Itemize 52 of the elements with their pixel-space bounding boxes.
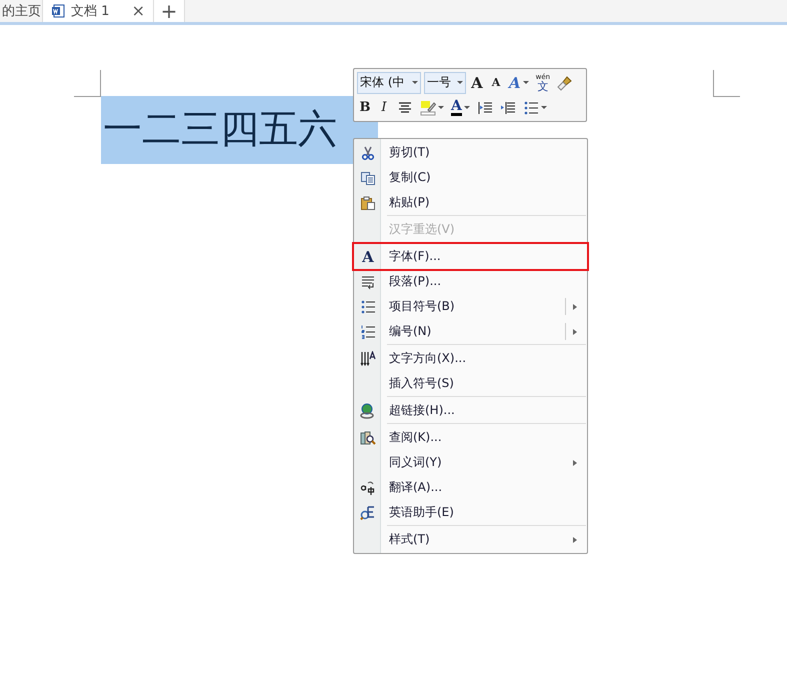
tab[interactable]: 文档 1 × <box>43 0 154 22</box>
menu-item[interactable]: 超链接(H)... <box>355 398 586 423</box>
decrease-indent-icon <box>476 100 493 116</box>
align-center-icon <box>397 100 413 116</box>
submenu-arrow-icon <box>573 304 577 310</box>
menu-item[interactable]: 查阅(K)... <box>355 425 586 450</box>
submenu-arrow-icon <box>573 328 577 334</box>
clipboard-icon <box>360 194 376 210</box>
brush-icon <box>557 74 574 90</box>
menu-item[interactable]: 同义词(Y) <box>355 450 586 475</box>
bullet-list-icon <box>360 298 376 314</box>
font-color-button[interactable]: A <box>449 98 472 118</box>
font-name-field[interactable]: 宋体 (中 <box>357 72 421 94</box>
highlighter-icon <box>420 100 436 116</box>
globe-link-icon <box>360 402 376 418</box>
numbered-list-icon <box>360 324 376 340</box>
copy-icon <box>360 170 376 186</box>
menu-item[interactable]: 粘贴(P) <box>355 190 586 215</box>
new-tab-button[interactable]: + <box>154 0 185 22</box>
menu-item[interactable]: 编号(N) <box>355 319 586 344</box>
menu-item[interactable]: 段落(P)... <box>355 269 586 294</box>
text-effects-button[interactable]: A <box>507 72 531 92</box>
text-direction-icon <box>360 350 376 366</box>
menu-item[interactable]: 复制(C) <box>355 165 586 190</box>
menu-item[interactable]: 翻译(A)... <box>355 475 586 500</box>
dictionary-helper-icon <box>360 504 376 520</box>
italic-button[interactable]: I <box>376 98 392 118</box>
close-tab-button[interactable]: × <box>132 3 145 19</box>
paragraph-icon <box>360 274 376 290</box>
document-icon <box>51 4 65 18</box>
bullet-list-icon <box>522 100 539 116</box>
submenu-arrow-icon <box>573 536 577 542</box>
font-icon: A <box>362 248 374 266</box>
bold-button[interactable]: B <box>357 98 373 118</box>
research-icon <box>360 430 376 446</box>
font-size-field[interactable]: 一号 <box>424 72 466 94</box>
scissors-icon <box>360 144 376 160</box>
submenu-arrow-icon <box>573 460 577 466</box>
menu-item[interactable]: 文字方向(X)... <box>355 346 586 371</box>
margin-corner-mark <box>74 70 101 97</box>
grow-font-button[interactable]: A <box>469 72 485 92</box>
translate-icon <box>360 480 376 496</box>
menu-item[interactable]: 英语助手(E) <box>355 500 586 525</box>
menu-item[interactable]: 插入符号(S) <box>355 371 586 396</box>
menu-item[interactable]: 样式(T) <box>355 527 586 552</box>
menu-item[interactable]: 项目符号(B) <box>355 294 586 319</box>
menu-item[interactable]: 剪切(T) <box>355 140 586 165</box>
margin-corner-mark <box>713 70 740 97</box>
increase-indent-icon <box>500 100 516 116</box>
tab-label: 文档 1 <box>71 3 110 20</box>
shrink-font-button[interactable]: A <box>488 72 504 92</box>
menu-item[interactable]: A 字体(F)... <box>354 244 587 269</box>
